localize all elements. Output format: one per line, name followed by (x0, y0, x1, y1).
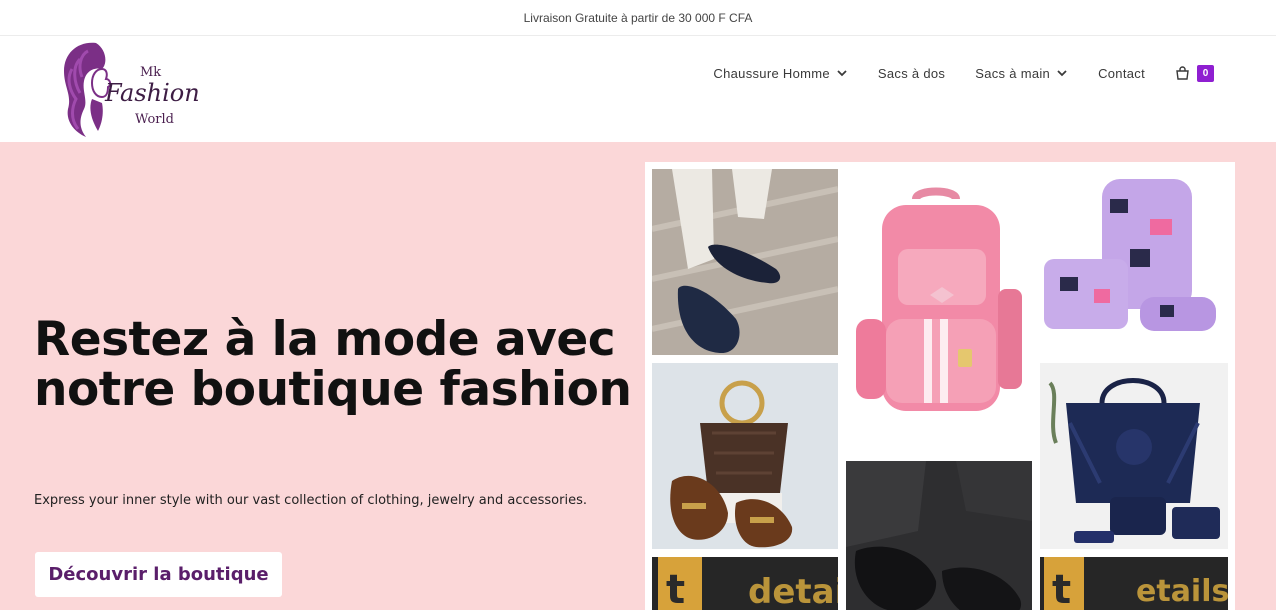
collage-image-navy-handbag-set[interactable] (1040, 363, 1228, 549)
detail-sign-word-right: etails (1136, 574, 1228, 609)
main-navigation: Chaussure Homme Sacs à dos Sacs à main C… (683, 37, 1214, 109)
logo-text-world: World (135, 112, 174, 127)
collage-image-detail-left[interactable]: t detai (652, 557, 838, 610)
collage-image-black-loafers[interactable] (846, 461, 1032, 610)
navy-handbag-photo (1040, 363, 1228, 549)
handbag-shoes-photo (652, 363, 838, 549)
nav-item-label: Sacs à main (975, 65, 1051, 81)
nav-item-label: Contact (1098, 65, 1145, 81)
collage-image-handbag-and-loafers[interactable] (652, 363, 838, 549)
cart-count-badge: 0 (1197, 64, 1214, 82)
nav-item-label: Chaussure Homme (713, 65, 830, 81)
collage-image-detail-right[interactable]: t etails (1040, 557, 1228, 610)
hero-section: Restez à la mode avec notre boutique fas… (0, 142, 1276, 610)
detail-sign-word: detai (748, 572, 838, 610)
detail-sign-photo: t detai (652, 557, 838, 610)
announcement-bar: Livraison Gratuite à partir de 30 000 F … (0, 0, 1276, 36)
pink-backpack-photo (846, 169, 1032, 453)
collage-image-loafers[interactable] (652, 169, 838, 355)
detail-sign-photo-right: t etails (1040, 557, 1228, 610)
loafers-photo (652, 169, 838, 355)
logo-text-fashion: Fashion (105, 79, 200, 107)
nav-item-chaussure-homme[interactable]: Chaussure Homme (713, 66, 848, 81)
collage-image-purple-backpack-set[interactable] (1040, 169, 1228, 355)
nav-item-sacs-a-main[interactable]: Sacs à main (975, 66, 1068, 81)
logo-text-mk: Mk (140, 65, 162, 80)
purple-backpack-photo (1040, 169, 1228, 355)
chevron-down-icon (1057, 70, 1067, 77)
black-loafers-photo (846, 461, 1032, 610)
site-header: Mk Fashion World Chaussure Homme Sacs à … (0, 37, 1276, 142)
nav-item-contact[interactable]: Contact (1098, 66, 1145, 81)
cart-button[interactable]: 0 (1175, 64, 1214, 82)
nav-item-sacs-a-dos[interactable]: Sacs à dos (878, 66, 945, 81)
collage-image-pink-backpack[interactable] (846, 169, 1032, 453)
site-logo[interactable]: Mk Fashion World (58, 39, 208, 139)
shop-now-button[interactable]: Découvrir la boutique (35, 552, 282, 597)
chevron-down-icon (837, 70, 847, 77)
detail-sign-letter-right: t (1052, 567, 1071, 610)
product-collage: t detai t etails (645, 162, 1235, 610)
nav-item-label: Sacs à dos (877, 65, 946, 81)
shopping-bag-icon (1176, 65, 1189, 80)
announcement-text: Livraison Gratuite à partir de 30 000 F … (523, 10, 753, 25)
hero-subtitle: Express your inner style with our vast c… (34, 493, 587, 508)
detail-sign-letter: t (666, 567, 685, 610)
hero-title: Restez à la mode avec notre boutique fas… (34, 312, 632, 417)
